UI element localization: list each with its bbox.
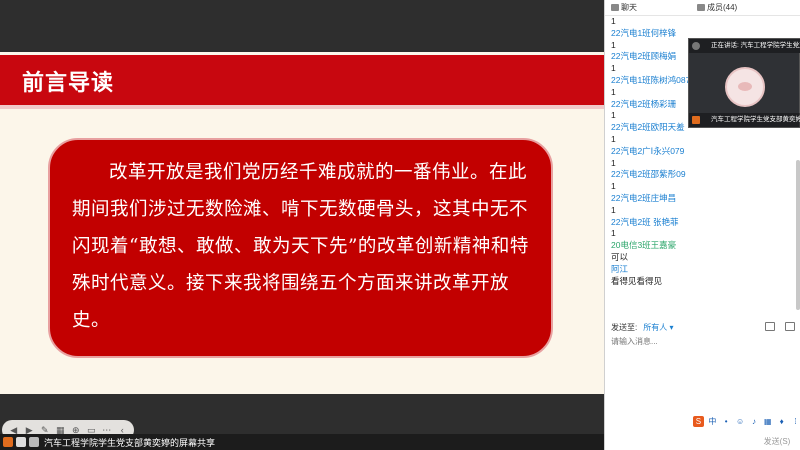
chat-message-text: 1 bbox=[611, 157, 616, 168]
chat-message-text: 可以 bbox=[611, 251, 629, 262]
chat-message-text: 看得见看得见 bbox=[611, 275, 663, 286]
tab-chat[interactable]: 聊天 bbox=[605, 2, 637, 13]
screen-share-stage: 前言导读 改革开放是我们党历经千难成就的一番伟业。在此期间我们涉过无数险滩、啃下… bbox=[0, 0, 604, 450]
punctuation-icon[interactable]: • bbox=[721, 416, 732, 427]
tab-members-label: 成员(44) bbox=[707, 3, 738, 12]
chat-message-text: 1 bbox=[611, 133, 616, 144]
folder-icon[interactable] bbox=[765, 322, 775, 331]
chat-message-text: 1 bbox=[611, 16, 616, 26]
slide-title-bar: 前言导读 bbox=[0, 55, 604, 109]
app-window: 前言导读 改革开放是我们党历经千难成就的一番伟业。在此期间我们涉过无数险滩、啃下… bbox=[0, 0, 800, 450]
send-tools bbox=[765, 322, 795, 331]
side-panel: 聊天 成员(44) 1 22汽电1班何梓锋 1 22汽电2班顾梅娟 1 22汽电1班陈树鸿… bbox=[604, 0, 800, 450]
microphone-icon[interactable] bbox=[29, 437, 39, 447]
chat-sender-name: 22汽电2班 张艳菲 bbox=[611, 216, 679, 227]
send-button[interactable]: 发送(S) bbox=[755, 436, 799, 448]
screenshot-icon[interactable] bbox=[785, 322, 795, 331]
speaking-label: 正在讲话: 汽车工程学院学生党支 bbox=[689, 39, 800, 53]
speaker-video[interactable]: 正在讲话: 汽车工程学院学生党支 汽车工程学院学生党支部黄奕婷 bbox=[688, 38, 800, 128]
members-icon bbox=[697, 4, 705, 11]
chat-sender-name: 22汽电2班邵紫彤09 bbox=[611, 169, 686, 180]
chat-sender-name: 20电信3班王嘉豪 bbox=[611, 240, 677, 251]
chat-message-text: 1 bbox=[611, 228, 616, 239]
send-target-select[interactable]: 所有人 ▾ bbox=[643, 322, 673, 333]
keyboard-icon[interactable]: ▦ bbox=[762, 416, 773, 427]
tab-members[interactable]: 成员(44) bbox=[691, 2, 737, 13]
emoji-icon[interactable]: ☺ bbox=[735, 416, 746, 427]
tab-chat-label: 聊天 bbox=[621, 3, 637, 12]
screen-icon bbox=[16, 437, 26, 447]
chat-message-text: 1 bbox=[611, 204, 616, 215]
voice-icon[interactable]: ♪ bbox=[749, 416, 760, 427]
chat-input[interactable] bbox=[611, 334, 796, 348]
menu-icon[interactable]: ⁞ bbox=[790, 416, 800, 427]
avatar bbox=[725, 67, 765, 107]
chat-sender-name: 22汽电2广Ⅰ永兴079 bbox=[611, 145, 685, 156]
slide-content-box: 改革开放是我们党历经千难成就的一番伟业。在此期间我们涉过无数险滩、啃下无数硬骨头… bbox=[48, 138, 553, 358]
send-row: 发送至: 所有人 ▾ bbox=[605, 320, 800, 334]
user-icon bbox=[3, 437, 13, 447]
ime-mode[interactable]: 中 bbox=[707, 416, 718, 427]
send-to-label: 发送至: bbox=[611, 322, 638, 332]
chat-sender-name: 22汽电2班庄坤昌 bbox=[611, 192, 677, 203]
skin-icon[interactable]: ♦ bbox=[776, 416, 787, 427]
chat-message-text: 1 bbox=[611, 181, 616, 192]
ime-toolbar: S 中 • ☺ ♪ ▦ ♦ ⁞ bbox=[693, 414, 800, 428]
ime-logo-icon[interactable]: S bbox=[693, 415, 704, 427]
screen-share-bar: 汽车工程学院学生党支部黄奕婷的屏幕共享 bbox=[0, 434, 604, 450]
chat-bubble-icon bbox=[611, 4, 619, 11]
presentation-slide: 前言导读 改革开放是我们党历经千难成就的一番伟业。在此期间我们涉过无数险滩、啃下… bbox=[0, 52, 604, 440]
slide-body-text: 改革开放是我们党历经千难成就的一番伟业。在此期间我们涉过无数险滩、啃下无数硬骨头… bbox=[72, 162, 529, 331]
chat-sender-name: 阿江 bbox=[611, 263, 629, 274]
slide-title: 前言导读 bbox=[22, 71, 115, 96]
chat-scrollbar[interactable] bbox=[796, 160, 800, 310]
presenter-name: 汽车工程学院学生党支部黄奕婷 bbox=[689, 113, 800, 127]
screen-share-label: 汽车工程学院学生党支部黄奕婷的屏幕共享 bbox=[44, 437, 216, 448]
panel-tabs: 聊天 成员(44) bbox=[605, 0, 800, 16]
